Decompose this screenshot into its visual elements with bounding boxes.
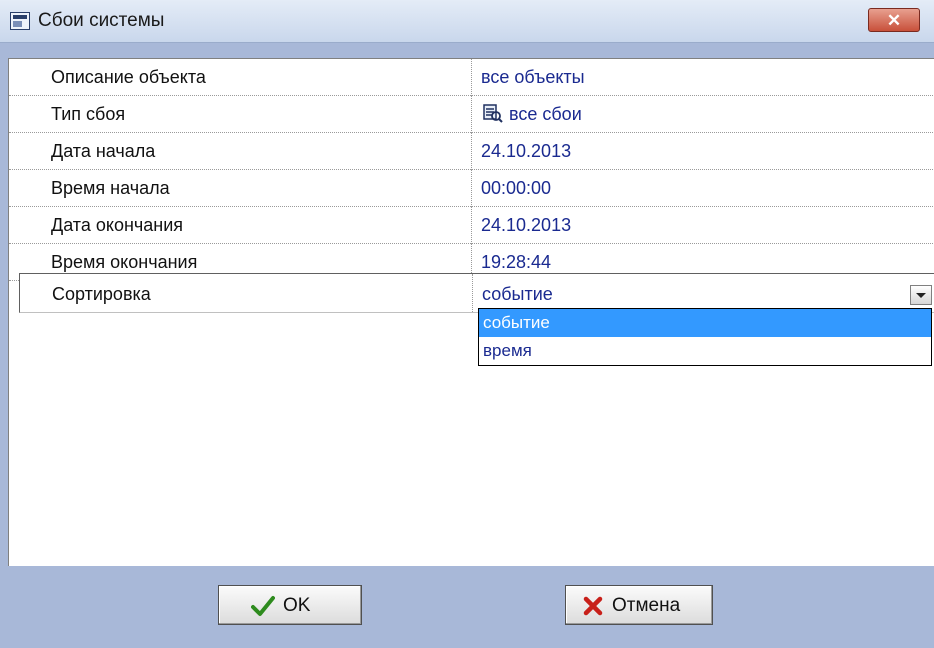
- sorting-dropdown-list: событие время: [478, 308, 932, 366]
- value-start-time[interactable]: 00:00:00: [481, 178, 551, 199]
- cancel-label: Отмена: [612, 595, 681, 616]
- label-failure-type: Тип сбоя: [51, 104, 126, 124]
- close-button[interactable]: ✕: [868, 8, 920, 32]
- ok-button[interactable]: OK: [218, 585, 362, 625]
- list-filter-icon: [483, 104, 503, 123]
- cross-icon: [583, 596, 603, 616]
- ok-label: OK: [283, 595, 311, 616]
- checkmark-icon: [251, 596, 275, 616]
- row-start-date[interactable]: Дата начала 24.10.2013: [9, 133, 934, 170]
- row-sorting[interactable]: Сортировка событие: [19, 273, 934, 313]
- value-object-description[interactable]: все объекты: [481, 67, 585, 88]
- label-sorting: Сортировка: [52, 284, 151, 304]
- row-failure-type[interactable]: Тип сбоя все сбои: [9, 96, 934, 133]
- label-end-date: Дата окончания: [51, 215, 184, 235]
- label-start-date: Дата начала: [51, 141, 156, 161]
- row-start-time[interactable]: Время начала 00:00:00: [9, 170, 934, 207]
- value-end-date[interactable]: 24.10.2013: [481, 215, 571, 236]
- sorting-select-value[interactable]: событие: [482, 284, 553, 305]
- label-object-description: Описание объекта: [51, 67, 206, 87]
- title-bar[interactable]: Сбои системы ✕: [0, 0, 934, 43]
- row-object-description[interactable]: Описание объекта все объекты: [9, 59, 934, 96]
- window-title: Сбои системы: [38, 10, 165, 31]
- cancel-button[interactable]: Отмена: [565, 585, 713, 625]
- label-start-time: Время начала: [51, 178, 170, 198]
- label-end-time: Время окончания: [51, 252, 198, 272]
- dropdown-arrow-button[interactable]: [910, 285, 932, 305]
- value-end-time[interactable]: 19:28:44: [481, 252, 551, 273]
- value-start-date[interactable]: 24.10.2013: [481, 141, 571, 162]
- window-icon: [10, 12, 30, 30]
- row-end-date[interactable]: Дата окончания 24.10.2013: [9, 207, 934, 244]
- value-failure-type[interactable]: все сбои: [509, 104, 582, 125]
- dialog-window: Сбои системы ✕ Описание объекта все объе…: [0, 0, 934, 648]
- dropdown-option-time[interactable]: время: [479, 337, 931, 365]
- dropdown-option-event[interactable]: событие: [479, 309, 931, 337]
